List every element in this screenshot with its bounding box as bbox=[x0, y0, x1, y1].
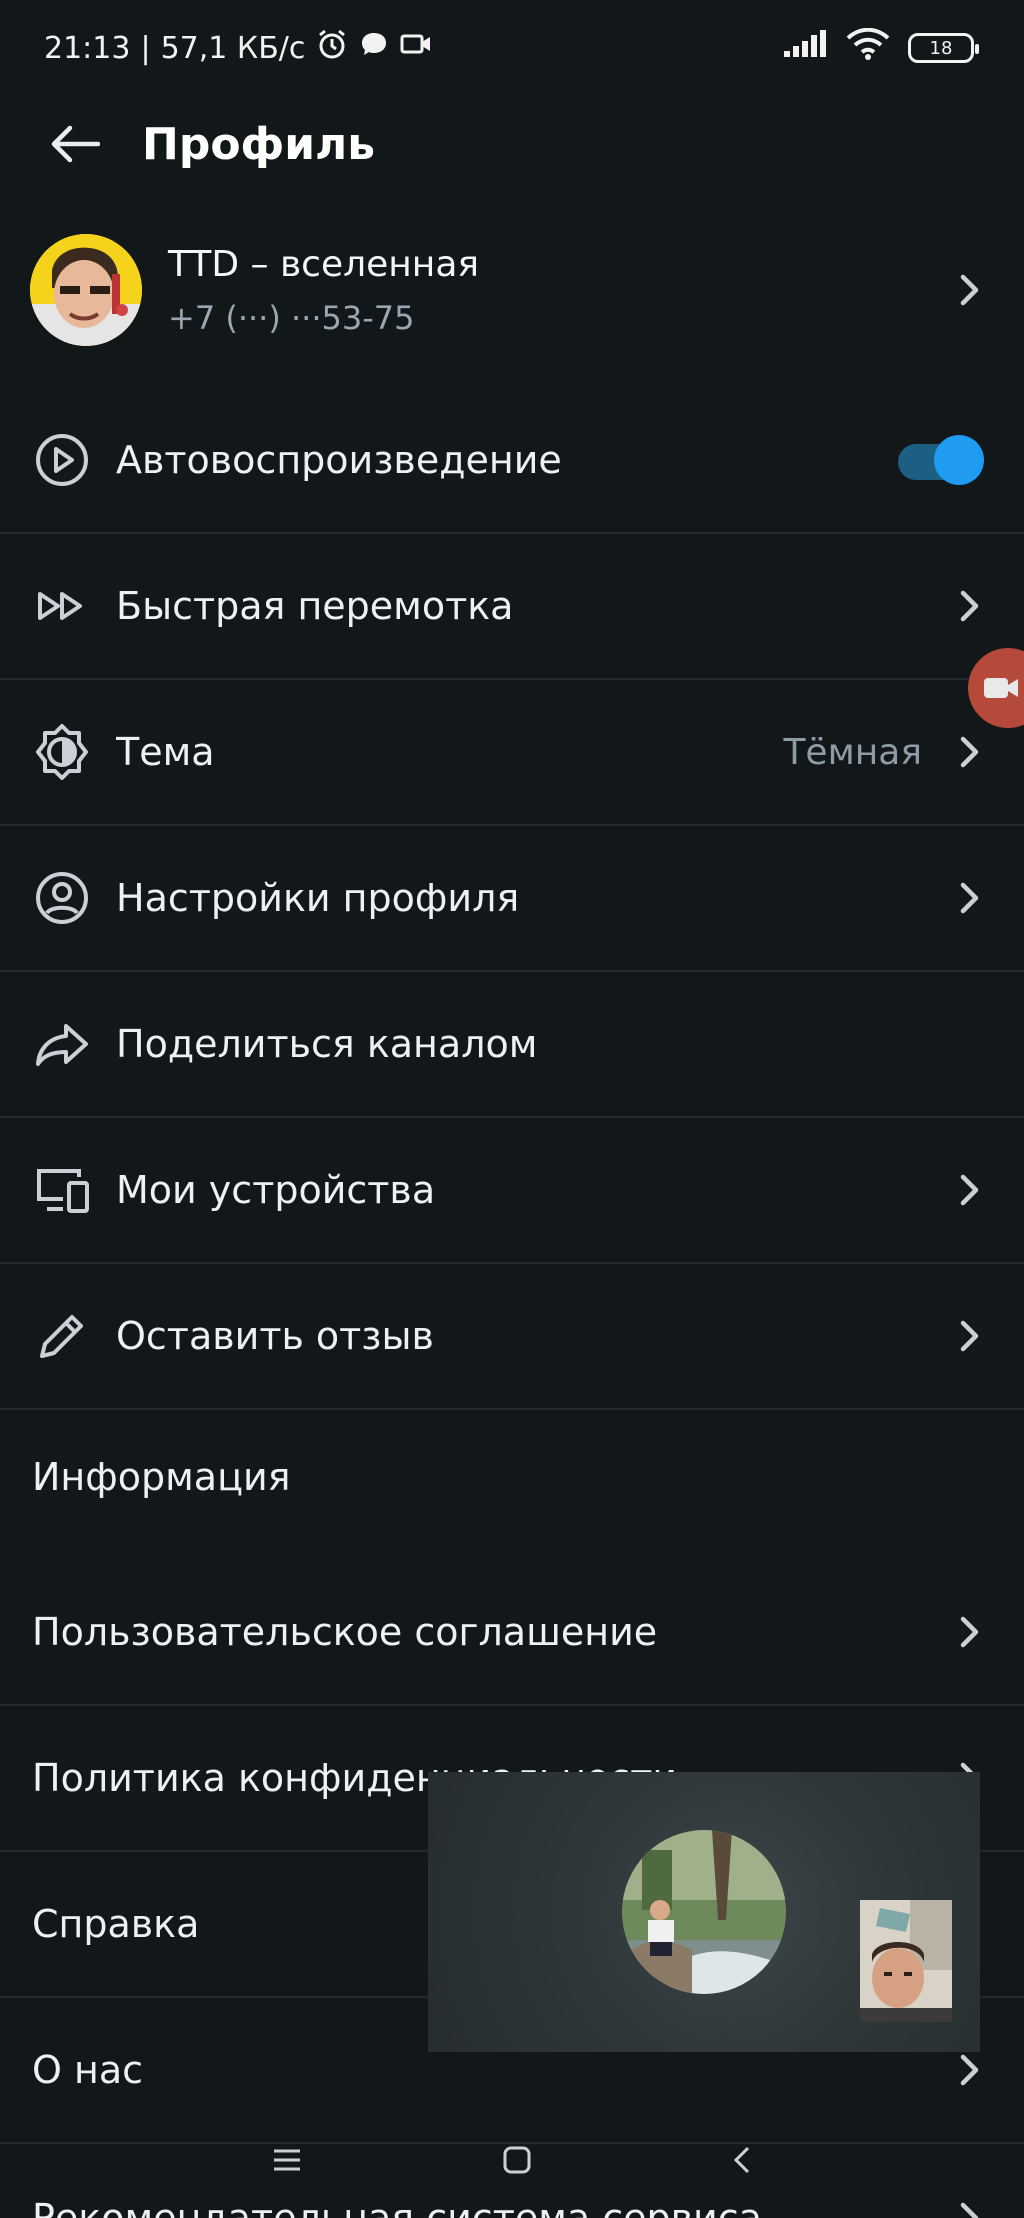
profile-settings-label: Настройки профиля bbox=[116, 876, 520, 920]
status-separator: | bbox=[140, 30, 151, 66]
back-button[interactable] bbox=[26, 96, 122, 192]
wifi-icon bbox=[846, 27, 890, 68]
theme-value: Тёмная bbox=[783, 731, 922, 773]
about-label: О нас bbox=[32, 2048, 144, 2092]
chevron-right-icon bbox=[940, 722, 1000, 782]
feedback-row[interactable]: Оставить отзыв bbox=[0, 1264, 1024, 1410]
share-arrow-icon bbox=[32, 1014, 92, 1074]
fast-rewind-row[interactable]: Быстрая перемотка bbox=[0, 534, 1024, 680]
play-circle-icon bbox=[32, 430, 92, 490]
devices-row[interactable]: Мои устройства bbox=[0, 1118, 1024, 1264]
profile-phone: +7 (···) ···53-75 bbox=[168, 298, 415, 337]
chevron-right-icon bbox=[940, 868, 1000, 928]
profile-settings-row[interactable]: Настройки профиля bbox=[0, 826, 1024, 972]
info-section-title: Информация bbox=[32, 1455, 291, 1499]
user-agreement-row[interactable]: Пользовательское соглашение bbox=[0, 1560, 1024, 1706]
chevron-right-icon bbox=[940, 1602, 1000, 1662]
user-agreement-label: Пользовательское соглашение bbox=[32, 1610, 658, 1654]
theme-row[interactable]: Тема Тёмная bbox=[0, 680, 1024, 826]
system-nav-bar bbox=[0, 2120, 1024, 2200]
chevron-right-icon bbox=[940, 260, 1000, 320]
app-header: Профиль bbox=[0, 96, 1024, 192]
devices-label: Мои устройства bbox=[116, 1168, 436, 1212]
battery-icon: 18 bbox=[908, 33, 979, 63]
pencil-icon bbox=[32, 1306, 92, 1366]
chevron-right-icon bbox=[940, 1306, 1000, 1366]
autoplay-row[interactable]: Автовоспроизведение bbox=[0, 388, 1024, 534]
autoplay-label: Автовоспроизведение bbox=[116, 438, 562, 482]
back-nav-icon[interactable] bbox=[732, 2145, 752, 2175]
profile-card[interactable]: TTD – вселенная +7 (···) ···53-75 bbox=[0, 220, 1024, 360]
share-channel-row[interactable]: Поделиться каналом bbox=[0, 972, 1024, 1118]
chevron-right-icon bbox=[940, 576, 1000, 636]
theme-label: Тема bbox=[116, 730, 215, 774]
video-circle-preview bbox=[622, 1830, 786, 1994]
self-camera-preview bbox=[860, 1900, 952, 2022]
fast-rewind-label: Быстрая перемотка bbox=[116, 584, 514, 628]
home-icon[interactable] bbox=[502, 2145, 532, 2175]
signal-icon bbox=[782, 29, 828, 67]
avatar bbox=[30, 234, 142, 346]
menu-icon[interactable] bbox=[272, 2148, 302, 2172]
feedback-label: Оставить отзыв bbox=[116, 1314, 434, 1358]
status-bar: 21:13 | 57,1 КБ/с 18 bbox=[0, 0, 1024, 96]
autoplay-toggle[interactable] bbox=[898, 435, 984, 485]
status-time: 21:13 bbox=[44, 30, 131, 66]
arrow-left-icon bbox=[51, 125, 100, 163]
profile-name: TTD – вселенная bbox=[168, 243, 480, 285]
fast-forward-icon bbox=[32, 576, 92, 636]
chat-bubble-icon bbox=[359, 29, 389, 67]
page-title: Профиль bbox=[142, 118, 376, 170]
video-camera-icon bbox=[399, 29, 433, 67]
video-camera-icon bbox=[984, 678, 1018, 698]
theme-brightness-icon bbox=[32, 722, 92, 782]
account-circle-icon bbox=[32, 868, 92, 928]
status-network-speed: 57,1 КБ/с bbox=[160, 30, 306, 66]
share-channel-label: Поделиться каналом bbox=[116, 1022, 538, 1066]
video-call-overlay[interactable] bbox=[428, 1772, 980, 2052]
chevron-right-icon bbox=[940, 1160, 1000, 1220]
alarm-icon bbox=[315, 27, 349, 69]
devices-icon bbox=[32, 1160, 92, 1220]
